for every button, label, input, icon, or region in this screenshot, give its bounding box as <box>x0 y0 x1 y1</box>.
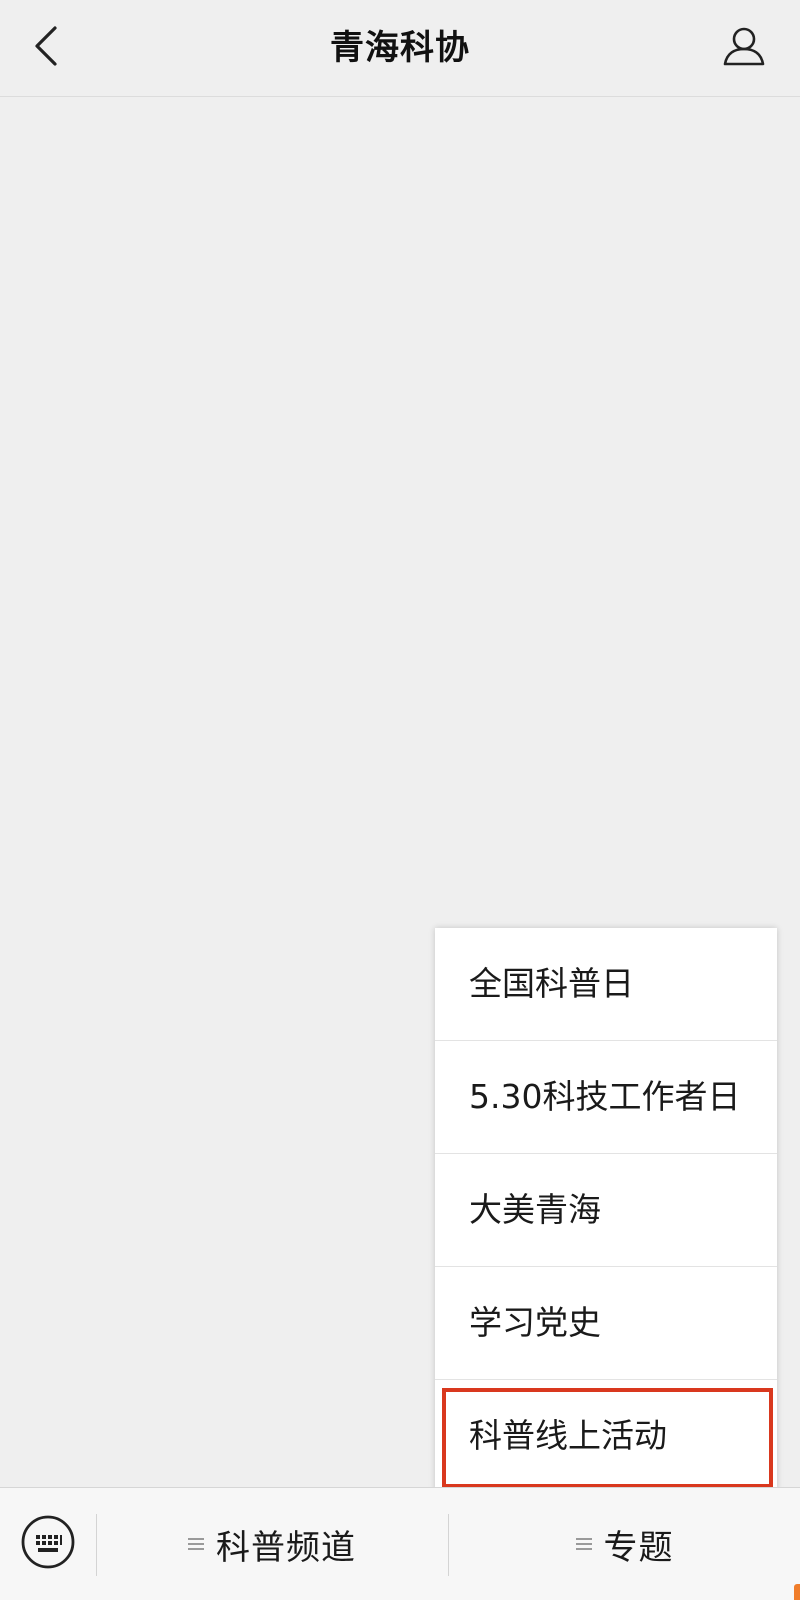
menu-button-special-topics[interactable]: 专题 <box>449 1488 800 1600</box>
keyboard-icon <box>20 1514 76 1574</box>
menu-lines-icon <box>188 1535 204 1553</box>
page-title: 青海科协 <box>330 28 470 68</box>
menu-button-science-channel[interactable]: 科普频道 <box>97 1488 447 1600</box>
submenu-item-label: 5.30科技工作者日 <box>469 1077 741 1116</box>
submenu-popup: 全国科普日 5.30科技工作者日 大美青海 学习党史 科普线上活动 <box>435 928 777 1492</box>
top-navigation-bar: 青海科协 <box>0 0 800 97</box>
corner-accent-mark <box>794 1584 800 1600</box>
keyboard-toggle-button[interactable] <box>18 1514 78 1574</box>
menu-button-label: 专题 <box>603 1527 674 1568</box>
back-button[interactable] <box>22 22 70 74</box>
chevron-left-icon <box>33 24 59 72</box>
submenu-item-beautiful-qinghai[interactable]: 大美青海 <box>435 1154 777 1267</box>
submenu-item-label: 大美青海 <box>469 1190 601 1229</box>
profile-button[interactable] <box>716 22 772 74</box>
submenu-item-label: 科普线上活动 <box>469 1416 667 1455</box>
submenu-item-tech-workers-day[interactable]: 5.30科技工作者日 <box>435 1041 777 1154</box>
submenu-item-online-activities[interactable]: 科普线上活动 <box>435 1380 777 1492</box>
bottom-menu-bar: 科普频道 专题 <box>0 1487 800 1600</box>
submenu-item-label: 全国科普日 <box>469 964 634 1003</box>
submenu-item-national-science-day[interactable]: 全国科普日 <box>435 928 777 1041</box>
user-icon <box>723 26 765 70</box>
menu-button-label: 科普频道 <box>216 1527 356 1568</box>
submenu-item-party-history[interactable]: 学习党史 <box>435 1267 777 1380</box>
submenu-item-label: 学习党史 <box>469 1303 601 1342</box>
menu-lines-icon <box>575 1535 592 1553</box>
